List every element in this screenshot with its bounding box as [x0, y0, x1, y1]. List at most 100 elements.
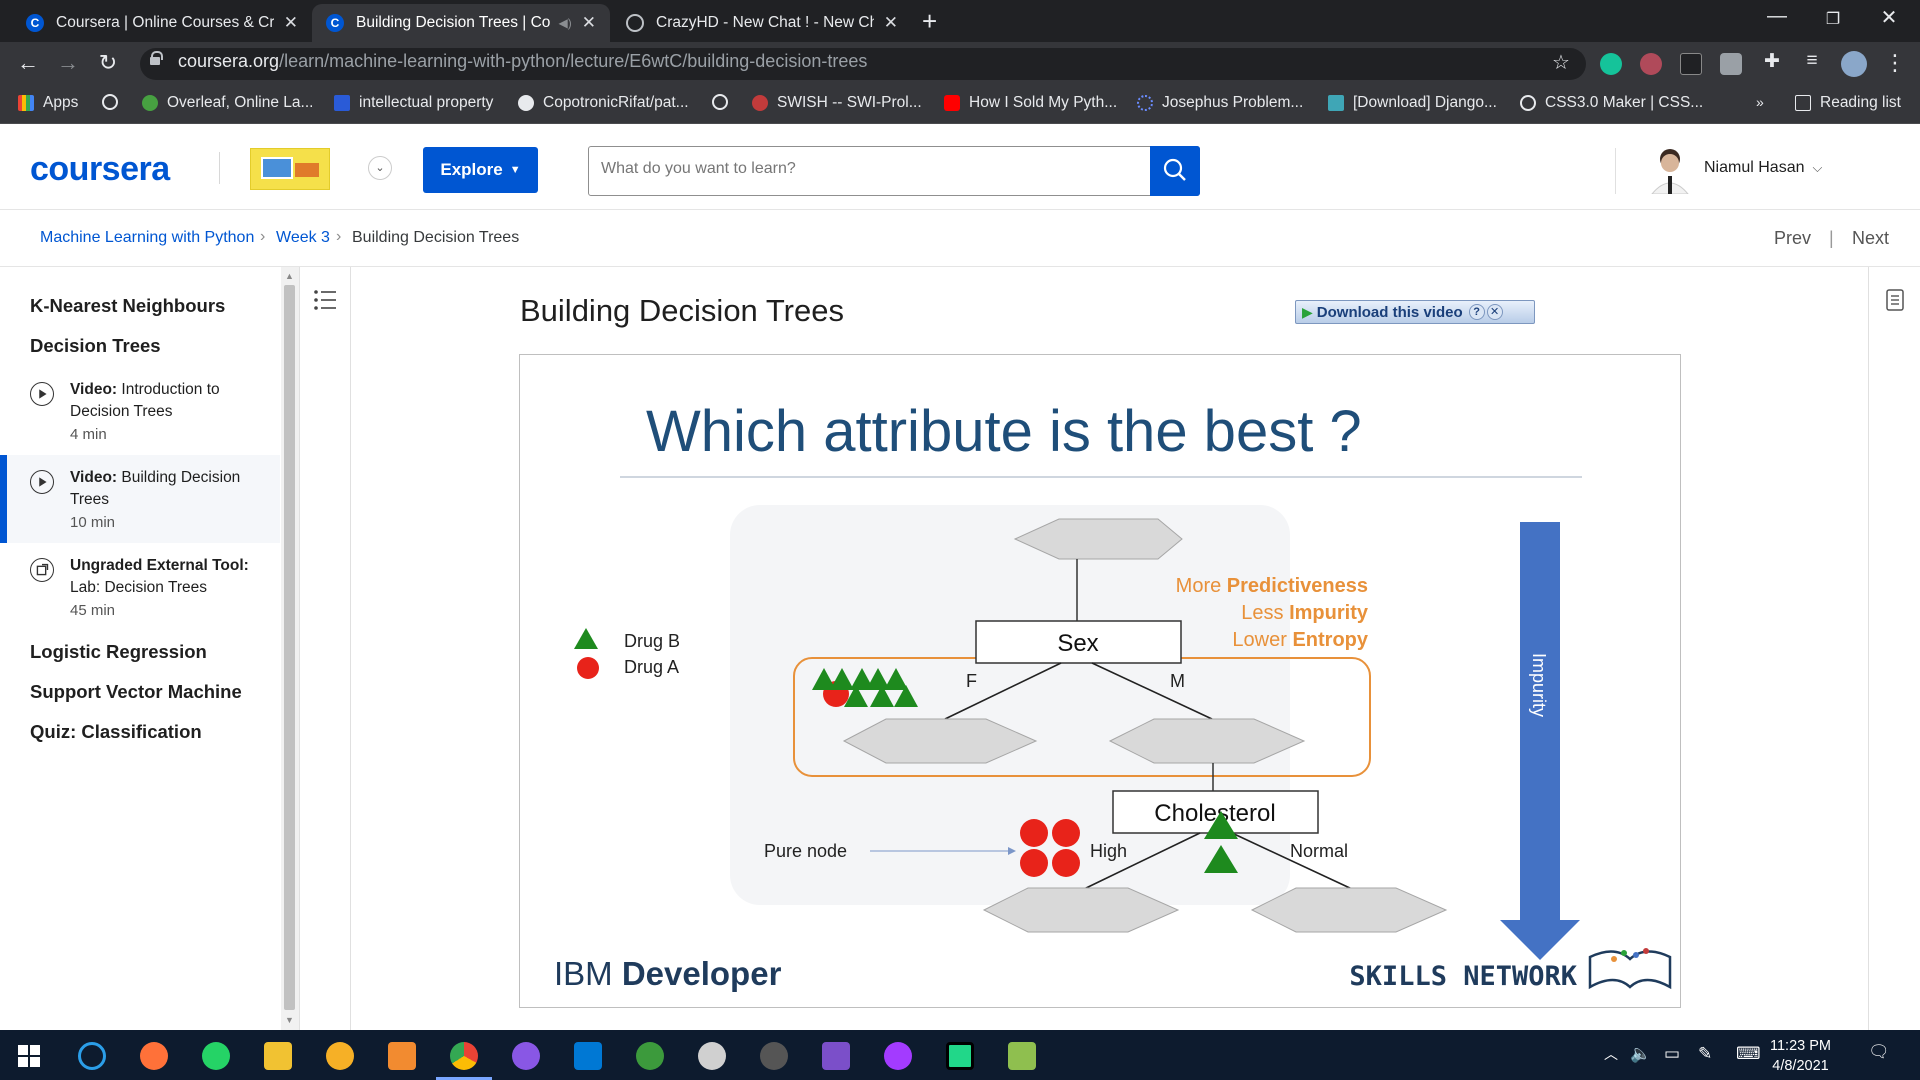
lesson-type: Video:: [70, 469, 118, 486]
ibm-partner-logo[interactable]: [250, 148, 330, 190]
bookmark-reading-list[interactable]: Reading list: [1795, 94, 1901, 112]
bookmark-github[interactable]: CopotronicRifat/pat...: [518, 94, 689, 112]
bookmark-globe-2[interactable]: [712, 94, 737, 110]
outline-section-decision-trees[interactable]: Decision Trees: [30, 335, 161, 357]
coursera-logo[interactable]: coursera: [30, 150, 170, 189]
volume-icon[interactable]: 🔈: [1630, 1044, 1651, 1064]
breadcrumb-course[interactable]: Machine Learning with Python: [40, 229, 254, 247]
app-icon[interactable]: [1008, 1042, 1036, 1070]
minimize-window-icon[interactable]: —: [1754, 5, 1800, 28]
avatar[interactable]: [1648, 144, 1692, 194]
forward-arrow-icon[interactable]: →: [53, 50, 83, 76]
bookmark-overleaf[interactable]: Overleaf, Online La...: [142, 94, 313, 112]
outline-scrollbar-thumb[interactable]: [284, 285, 295, 1010]
explore-button[interactable]: Explore ▼: [423, 147, 538, 193]
tab-coursera-home[interactable]: C Coursera | Online Courses & Cre ✕: [12, 4, 312, 42]
lesson-intro-decision-trees[interactable]: Video: Introduction to Decision Trees 4 …: [0, 367, 280, 455]
windows-start-icon[interactable]: [18, 1045, 40, 1067]
network-icon[interactable]: ▭: [1664, 1044, 1680, 1064]
search-button[interactable]: [1150, 146, 1200, 196]
extensions-puzzle-icon[interactable]: ✚: [1757, 50, 1787, 73]
user-menu[interactable]: Niamul Hasan ⌵: [1704, 159, 1822, 177]
whatsapp-icon[interactable]: [202, 1042, 230, 1070]
file-explorer-icon[interactable]: [264, 1042, 292, 1070]
muted-speaker-icon[interactable]: ◀): [559, 16, 572, 30]
app-icon[interactable]: [636, 1042, 664, 1070]
bookmark-josephus[interactable]: Josephus Problem...: [1137, 94, 1303, 112]
firefox-icon[interactable]: [140, 1042, 168, 1070]
search-taskbar-icon[interactable]: [78, 1042, 106, 1070]
prev-link[interactable]: Prev: [1774, 228, 1811, 249]
lesson-building-decision-trees[interactable]: Video: Building Decision Trees 10 min: [0, 455, 280, 543]
outline-section-knn[interactable]: K-Nearest Neighbours: [30, 295, 225, 317]
drug-a-marker: [1052, 819, 1080, 847]
drug-a-marker: [1020, 819, 1048, 847]
download-video-button[interactable]: ▶ Download this video ? ✕: [1295, 300, 1535, 324]
scroll-down-icon[interactable]: ▼: [285, 1015, 294, 1025]
globe-favicon-icon: [626, 14, 644, 32]
chrome-menu-icon[interactable]: ⋮: [1880, 50, 1910, 76]
video-player[interactable]: Which attribute is the best ? Sex F M Mo…: [519, 354, 1681, 1008]
github-desktop-icon[interactable]: [512, 1042, 540, 1070]
bookmark-intellectual-property[interactable]: intellectual property: [334, 94, 493, 112]
back-arrow-icon[interactable]: ←: [13, 50, 43, 76]
system-clock[interactable]: 11:23 PM 4/8/2021: [1770, 1036, 1831, 1076]
lock-icon[interactable]: [150, 51, 163, 65]
vscode-icon[interactable]: [574, 1042, 602, 1070]
bookmark-django[interactable]: [Download] Django...: [1328, 94, 1497, 112]
breadcrumb-week[interactable]: Week 3: [276, 229, 330, 247]
pen-icon[interactable]: ✎: [1698, 1044, 1712, 1064]
pycharm-icon[interactable]: [946, 1042, 974, 1070]
bookmark-star-icon[interactable]: ☆: [1546, 50, 1576, 75]
outline-section-quiz[interactable]: Quiz: Classification: [30, 721, 202, 743]
outline-section-logistic-regression[interactable]: Logistic Regression: [30, 641, 207, 663]
search-input[interactable]: [601, 160, 1141, 178]
extension-icon[interactable]: [1680, 53, 1702, 75]
lesson-lab-decision-trees[interactable]: Ungraded External Tool: Lab: Decision Tr…: [0, 543, 280, 631]
show-hidden-icons-icon[interactable]: ︿: [1604, 1044, 1618, 1064]
extension-icon[interactable]: [1640, 53, 1662, 75]
slide-title: Which attribute is the best ?: [646, 399, 1362, 464]
url-text[interactable]: coursera.org/learn/machine-learning-with…: [178, 51, 867, 72]
close-tab-icon[interactable]: ✕: [884, 13, 898, 33]
close-icon[interactable]: ✕: [1486, 304, 1503, 320]
tab-building-decision-trees[interactable]: C Building Decision Trees | Cou ◀) ✕: [312, 4, 610, 42]
profile-avatar-icon[interactable]: [1841, 51, 1867, 77]
app-icon[interactable]: [388, 1042, 416, 1070]
grammarly-extension-icon[interactable]: [1600, 53, 1622, 75]
camera-extension-icon[interactable]: [1720, 53, 1742, 75]
more-bookmarks-icon[interactable]: »: [1756, 94, 1764, 110]
chrome-icon[interactable]: [450, 1042, 478, 1070]
chevron-down-icon: ⌵: [1812, 160, 1823, 175]
bookmark-css3-maker[interactable]: CSS3.0 Maker | CSS...: [1520, 94, 1703, 112]
app-icon[interactable]: [760, 1042, 788, 1070]
close-tab-icon[interactable]: ✕: [582, 13, 596, 33]
app-icon[interactable]: [698, 1042, 726, 1070]
reading-queue-icon[interactable]: ≡: [1797, 50, 1827, 72]
restore-window-icon[interactable]: ❐: [1810, 9, 1856, 29]
messenger-icon[interactable]: [884, 1042, 912, 1070]
scroll-up-icon[interactable]: ▲: [285, 271, 294, 281]
close-tab-icon[interactable]: ✕: [284, 13, 298, 33]
tab-crazyhd[interactable]: CrazyHD - New Chat ! - New Cha ✕: [612, 4, 912, 42]
close-window-icon[interactable]: ✕: [1866, 5, 1912, 30]
bookmark-apps[interactable]: Apps: [18, 94, 78, 112]
new-tab-icon[interactable]: +: [922, 6, 937, 37]
toc-toggle-column: [299, 267, 351, 1030]
keyboard-icon[interactable]: ⌨: [1736, 1044, 1761, 1064]
outline-section-svm[interactable]: Support Vector Machine: [30, 681, 242, 703]
chevron-down-icon[interactable]: ⌄: [368, 156, 392, 180]
notifications-icon[interactable]: 🗨: [1868, 1042, 1890, 1062]
right-rail: [1868, 267, 1920, 1030]
bookmark-globe[interactable]: [102, 94, 127, 110]
bookmark-youtube[interactable]: How I Sold My Pyth...: [944, 94, 1117, 112]
reload-icon[interactable]: ↻: [93, 50, 123, 76]
bookmark-swish[interactable]: SWISH -- SWI-Prol...: [752, 94, 922, 112]
transcript-notes-icon[interactable]: [1886, 289, 1904, 311]
next-link[interactable]: Next: [1852, 228, 1889, 249]
list-toc-icon[interactable]: [313, 289, 337, 311]
legend-drug-a: Drug A: [624, 657, 679, 677]
app-icon[interactable]: [326, 1042, 354, 1070]
help-icon[interactable]: ?: [1468, 304, 1485, 320]
visual-studio-icon[interactable]: [822, 1042, 850, 1070]
